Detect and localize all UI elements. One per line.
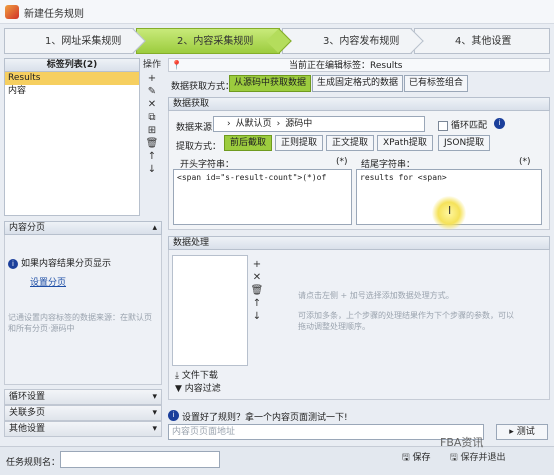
source-part-page[interactable]: 从默认页: [236, 119, 272, 129]
step-tab-content-rules[interactable]: 2、内容采集规则: [136, 28, 292, 54]
method-xpath[interactable]: XPath提取: [377, 135, 433, 151]
step-tab-other-settings[interactable]: 4、其他设置: [414, 28, 550, 54]
processing-tip-detail: 可添加多条，上个步骤的处理结果作为下个步骤的参数，可以拖动调整处理顺序。: [298, 311, 514, 331]
data-extract-header: 数据获取: [168, 97, 550, 111]
chevron-down-icon: ▾: [152, 408, 157, 418]
data-mode-label: 数据获取方式：: [171, 82, 235, 92]
copy-tag-button[interactable]: ⧉: [142, 111, 162, 124]
editing-status: 📍 当前正在编辑标签：Results: [168, 58, 550, 72]
loop-settings-header[interactable]: 循环设置 ▾: [4, 389, 162, 405]
loop-match-label: 循环匹配: [451, 121, 488, 131]
processing-up-button[interactable]: ↑: [250, 297, 264, 310]
tag-item-results[interactable]: Results: [5, 72, 139, 85]
chevron-down-icon: ▾: [152, 424, 157, 434]
window-title: 新建任务规则: [24, 9, 84, 20]
paging-info-text: 如果内容结果分页显示: [21, 259, 112, 269]
test-url-input[interactable]: 内容页页面地址: [168, 424, 484, 440]
source-part-html[interactable]: 源码中: [285, 119, 312, 129]
method-json[interactable]: JSON提取: [438, 135, 491, 151]
source-selector[interactable]: › 从默认页 › 源码中: [213, 116, 425, 132]
content-filter-label: 内容过滤: [184, 384, 221, 394]
test-hint: 设置好了规则？拿一个内容页面测试一下!: [182, 413, 348, 423]
processing-list[interactable]: [172, 255, 248, 366]
delete-processing-button[interactable]: ✕: [250, 271, 264, 284]
move-up-button[interactable]: ↑: [142, 150, 162, 163]
paging-info: i 如果内容结果分页显示: [8, 256, 111, 269]
tag-operations: + ✎ ✕ ⧉ ⊞ 🗑 ↑ ↓: [142, 72, 162, 216]
file-download-action[interactable]: ⤓ 文件下载: [175, 368, 218, 381]
test-button[interactable]: ▸ 测试: [496, 424, 548, 440]
processing-down-button[interactable]: ↓: [250, 310, 264, 323]
mode-fixed-format[interactable]: 生成固定格式的数据: [312, 75, 404, 92]
info-icon: i: [168, 410, 179, 421]
grid-tag-button[interactable]: ⊞: [142, 124, 162, 137]
collapse-icon[interactable]: ▴: [152, 222, 157, 235]
rule-name-input[interactable]: [60, 451, 220, 468]
step-tabs: 1、网址采集规则 2、内容采集规则 3、内容发布规则 4、其他设置: [4, 28, 550, 54]
method-label: 提取方式：: [176, 142, 222, 152]
step-label: 4、其他设置: [455, 36, 512, 47]
checkbox-icon[interactable]: [438, 120, 448, 131]
save-icon: 🖫: [450, 453, 458, 463]
step-tab-url-rules[interactable]: 1、网址采集规则: [4, 28, 146, 54]
edit-tag-button[interactable]: ✎: [142, 85, 162, 98]
loop-match-checkbox[interactable]: 循环匹配: [438, 118, 487, 131]
add-processing-button[interactable]: +: [250, 258, 264, 271]
delete-tag-button[interactable]: ✕: [142, 98, 162, 111]
other-settings-title: 其他设置: [9, 424, 46, 434]
rule-name-label: 任务规则名：: [6, 458, 61, 468]
info-icon: i: [8, 259, 18, 269]
linked-pages-title: 关联多页: [9, 408, 46, 418]
test-run-icon: ▸: [509, 427, 514, 437]
add-tag-button[interactable]: +: [142, 72, 162, 85]
clear-tag-button[interactable]: 🗑: [142, 137, 162, 150]
mode-tag-combo[interactable]: 已有标签组合: [404, 75, 469, 92]
move-down-button[interactable]: ↓: [142, 163, 162, 176]
mode-from-source[interactable]: 从源码中获取数据: [229, 75, 312, 92]
tag-list: Results 内容: [4, 72, 140, 216]
processing-tip: 请点击左侧 + 加号选择添加数据处理方式。: [298, 291, 454, 300]
loop-settings-title: 循环设置: [9, 392, 46, 402]
file-download-label: 文件下载: [181, 371, 218, 381]
app-icon: [5, 5, 19, 19]
watermark: FBA资讯: [440, 436, 484, 449]
content-paging-title: 内容分页: [9, 223, 46, 233]
save-button-label: 保存: [412, 453, 431, 463]
method-body-text[interactable]: 正文提取: [326, 135, 375, 151]
tag-item-content[interactable]: 内容: [5, 85, 139, 98]
end-wildcard-button[interactable]: (*): [519, 157, 531, 167]
text-cursor-icon: I: [448, 204, 452, 217]
step-tab-publish-rules[interactable]: 3、内容发布规则: [282, 28, 424, 54]
step-label: 3、内容发布规则: [323, 36, 400, 47]
operations-header: 操作: [142, 60, 161, 70]
download-icon: ⤓: [175, 371, 179, 381]
data-processing-header: 数据处理: [168, 236, 550, 250]
save-icon: 🖫: [402, 453, 410, 463]
linked-pages-header[interactable]: 关联多页 ▾: [4, 405, 162, 421]
start-string-input[interactable]: <span id="s-result-count">(*)of: [173, 169, 352, 225]
content-filter-action[interactable]: ▼ 内容过滤: [175, 381, 221, 394]
content-paging-header[interactable]: 内容分页 ▴: [4, 221, 162, 235]
start-wildcard-button[interactable]: (*): [336, 157, 348, 167]
tag-list-header: 标签列表(2): [4, 58, 140, 72]
setup-paging-link[interactable]: 设置分页: [30, 275, 66, 288]
filter-icon: ▼: [175, 384, 182, 394]
method-regex[interactable]: 正则提取: [275, 135, 324, 151]
info-icon[interactable]: i: [494, 118, 505, 129]
other-settings-header[interactable]: 其他设置 ▾: [4, 421, 162, 437]
save-exit-button[interactable]: 🖫 保存并退出: [446, 451, 510, 468]
clear-processing-button[interactable]: 🗑: [250, 284, 264, 297]
chevron-down-icon: ▾: [152, 392, 157, 402]
save-exit-button-label: 保存并退出: [460, 453, 506, 463]
method-before-after[interactable]: 前后截取: [224, 135, 273, 151]
editing-status-text: 当前正在编辑标签：Results: [289, 61, 403, 71]
test-button-label: 测试: [516, 427, 535, 437]
paging-note: 记通设置内容标签的数据来源：在默认页和所有分页·源码中: [8, 313, 152, 333]
save-button[interactable]: 🖫 保存: [398, 451, 435, 468]
step-label: 2、内容采集规则: [177, 36, 254, 47]
processing-operations: + ✕ 🗑 ↑ ↓: [250, 258, 264, 323]
pin-icon: 📍: [171, 61, 183, 71]
step-label: 1、网址采集规则: [45, 36, 122, 47]
